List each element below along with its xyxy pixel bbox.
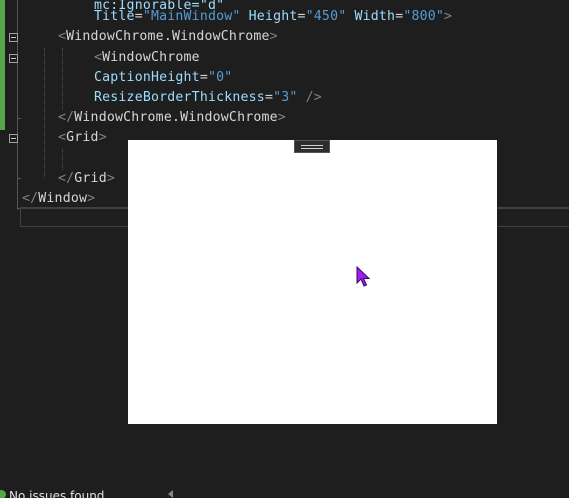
code-token-eq: = (134, 9, 143, 24)
code-token-punct: > (106, 171, 115, 186)
code-token-val: "3" (273, 90, 298, 105)
code-token-punct: </ (58, 171, 75, 186)
code-line[interactable]: </Window> (22, 189, 95, 209)
code-token-tag: Window (38, 191, 88, 206)
scroll-left-arrow-icon[interactable] (168, 490, 173, 498)
running-wpf-window[interactable] (128, 140, 497, 424)
code-line[interactable]: ResizeBorderThickness="3" /> (94, 88, 322, 108)
fold-collapse-icon[interactable] (9, 134, 18, 143)
code-token-val: "450" (305, 9, 347, 24)
code-token-eq (346, 9, 354, 24)
code-token-attr: Width (354, 9, 396, 24)
visual-studio-editor: mc:Ignorable="d" Title="MainWindow" Heigh… (0, 0, 569, 498)
code-token-punct: > (269, 29, 278, 44)
code-token-punct: < (58, 29, 67, 44)
code-token-tag: WindowChrome (102, 50, 200, 65)
code-token-tag: WindowChrome.WindowChrome (74, 110, 278, 125)
code-token-punct: </ (58, 110, 75, 125)
code-token-attr: Title (94, 9, 135, 24)
fold-collapse-icon[interactable] (9, 33, 18, 42)
indent-guide (62, 48, 63, 110)
code-token-eq: = (297, 9, 306, 24)
fold-end-tick (17, 178, 21, 179)
code-token-punct: </ (22, 191, 39, 206)
indent-guide (44, 48, 45, 178)
code-token-val: "800" (403, 9, 445, 24)
indent-guide (62, 149, 63, 170)
code-token-tag: Grid (66, 130, 99, 145)
code-line[interactable]: Title="MainWindow" Height="450" Width="8… (94, 7, 452, 27)
code-token-eq (241, 9, 249, 24)
status-message[interactable]: No issues found (9, 489, 104, 498)
code-token-attr: Height (248, 9, 298, 24)
code-token-punct: < (58, 130, 67, 145)
fold-end-tick (17, 118, 21, 119)
code-token-attr: CaptionHeight (94, 70, 200, 85)
drag-handle-icon[interactable] (294, 140, 330, 153)
code-token-punct: > (444, 9, 453, 24)
code-token-punct: > (277, 110, 286, 125)
code-token-punct: > (87, 191, 96, 206)
code-token-val: "0" (207, 70, 233, 85)
code-token-punct: > (98, 130, 107, 145)
code-token-val: "MainWindow" (142, 9, 241, 24)
code-line[interactable]: </Grid> (58, 169, 115, 189)
code-line[interactable]: <Grid> (58, 128, 107, 148)
code-token-punct: < (94, 50, 103, 65)
code-line[interactable]: <WindowChrome (94, 48, 200, 68)
code-token-eq: = (199, 70, 208, 85)
code-line[interactable]: <WindowChrome.WindowChrome> (58, 27, 278, 47)
check-circle-icon (0, 490, 6, 498)
code-token-eq: = (264, 90, 274, 105)
code-token-punct: /> (297, 90, 322, 105)
mouse-pointer-icon (356, 266, 370, 287)
fold-collapse-icon[interactable] (9, 54, 18, 63)
code-token-tag: Grid (74, 171, 107, 186)
code-token-tag: WindowChrome.WindowChrome (66, 29, 270, 44)
change-indicator-bar (0, 0, 5, 130)
code-line[interactable]: </WindowChrome.WindowChrome> (58, 108, 286, 128)
code-token-attr: ResizeBorderThickness (94, 90, 265, 105)
code-line[interactable]: CaptionHeight="0" (94, 68, 232, 88)
